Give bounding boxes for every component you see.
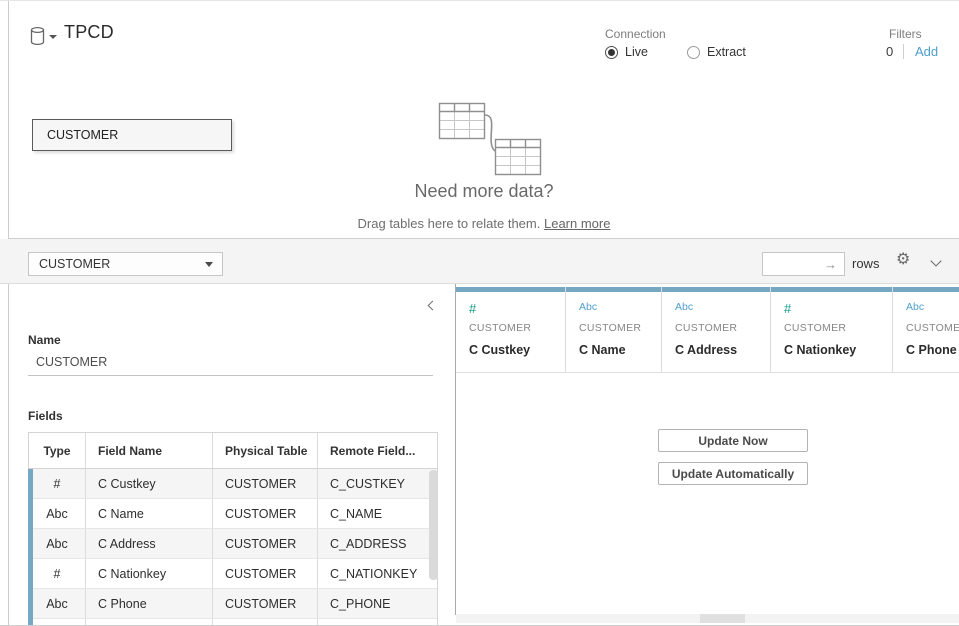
update-now-button[interactable]: Update Now (658, 429, 808, 452)
grid-header-divider (456, 372, 959, 373)
name-label: Name (28, 333, 61, 347)
name-input[interactable]: CUSTOMER (28, 349, 433, 376)
relationship-canvas[interactable]: CUSTOMER Need (9, 71, 959, 239)
connection-label: Connection (605, 27, 666, 41)
number-type-icon: # (29, 559, 86, 588)
number-type-icon: # (469, 301, 565, 317)
fields-table-scrollbar[interactable] (429, 470, 438, 580)
field-row-c-nationkey[interactable]: # C Nationkey CUSTOMER C_NATIONKEY (29, 559, 437, 589)
column-table-name: CUSTOMER (579, 322, 661, 334)
string-type-icon: Abc (29, 529, 86, 558)
grid-column-c-custkey[interactable]: # CUSTOMER C Custkey (456, 287, 566, 373)
relate-tables-illustration-icon (425, 99, 555, 182)
field-row-c-phone[interactable]: Abc C Phone CUSTOMER C_PHONE (29, 589, 437, 619)
grid-column-c-address[interactable]: Abc CUSTOMER C Address (662, 287, 771, 373)
gear-icon[interactable]: ⚙ (896, 252, 910, 268)
empty-state-title: Need more data? (9, 181, 959, 202)
column-table-name: CUSTOMER (675, 322, 770, 334)
rows-label: rows (852, 256, 879, 271)
collapse-panel-icon[interactable] (428, 301, 438, 311)
update-automatically-button[interactable]: Update Automatically (658, 462, 808, 485)
column-table-name: CUSTOMER (469, 322, 565, 334)
learn-more-link[interactable]: Learn more (544, 216, 610, 231)
radio-extract-label: Extract (707, 45, 746, 59)
apply-rows-arrow-icon[interactable]: → (824, 257, 837, 272)
radio-extract[interactable]: Extract (687, 45, 746, 59)
column-field-name: C Address (675, 343, 770, 357)
database-menu-caret-icon[interactable] (49, 35, 57, 39)
col-header-physical-table: Physical Table (213, 433, 318, 468)
string-type-icon: Abc (675, 301, 770, 317)
field-row-c-custkey[interactable]: # C Custkey CUSTOMER C_CUSTKEY (29, 469, 437, 499)
radio-extract-icon[interactable] (687, 46, 700, 59)
chevron-down-icon[interactable] (930, 255, 941, 266)
filters-separator (903, 44, 904, 59)
col-header-remote-field: Remote Field... (318, 433, 437, 468)
grid-horizontal-scrollbar-thumb[interactable] (700, 614, 745, 623)
column-field-name: C Name (579, 343, 661, 357)
number-type-icon: # (29, 469, 86, 498)
field-row-c-address[interactable]: Abc C Address CUSTOMER C_ADDRESS (29, 529, 437, 559)
string-type-icon: Abc (29, 499, 86, 528)
radio-live-label: Live (625, 45, 648, 59)
string-type-icon: Abc (906, 301, 959, 317)
column-field-name: C Nationkey (784, 343, 892, 357)
column-table-name: CUSTOMER (784, 322, 892, 334)
radio-live[interactable]: Live (605, 45, 648, 59)
fields-label: Fields (28, 409, 63, 423)
grid-column-c-phone[interactable]: Abc CUSTOMER C Phone (893, 287, 959, 373)
filters-label: Filters (889, 27, 922, 41)
col-header-type: Type (29, 433, 86, 468)
fields-table-header: Type Field Name Physical Table Remote Fi… (29, 433, 437, 469)
string-type-icon: Abc (579, 301, 661, 317)
database-icon[interactable] (29, 26, 46, 46)
fields-table: Type Field Name Physical Table Remote Fi… (28, 432, 438, 626)
column-field-name: C Phone (906, 343, 959, 357)
canvas-table-pill[interactable]: CUSTOMER (32, 119, 232, 151)
number-type-icon: # (784, 301, 892, 317)
table-select-dropdown[interactable]: CUSTOMER (28, 252, 223, 276)
field-row-c-name[interactable]: Abc C Name CUSTOMER C_NAME (29, 499, 437, 529)
column-table-name: CUSTOMER (906, 322, 959, 334)
grid-column-c-nationkey[interactable]: # CUSTOMER C Nationkey (771, 287, 893, 373)
datasource-page: TPCD Connection Live Extract Filters 0 A… (0, 0, 959, 626)
grid-column-c-name[interactable]: Abc CUSTOMER C Name (566, 287, 662, 373)
fields-table-selection-bar (28, 469, 33, 626)
field-row-partial[interactable] (29, 619, 437, 626)
datasource-title: TPCD (64, 22, 114, 43)
grid-toolbar: CUSTOMER → rows ⚙ (0, 239, 959, 284)
dropdown-caret-icon (205, 262, 213, 267)
string-type-icon: Abc (29, 589, 86, 618)
radio-live-icon[interactable] (605, 46, 618, 59)
rows-count-input[interactable]: → (762, 252, 845, 276)
col-header-field-name: Field Name (86, 433, 213, 468)
filters-count: 0 (886, 44, 893, 59)
empty-state-subtitle: Drag tables here to relate them. Learn m… (9, 216, 959, 231)
column-field-name: C Custkey (469, 343, 565, 357)
filters-add-link[interactable]: Add (915, 44, 938, 59)
